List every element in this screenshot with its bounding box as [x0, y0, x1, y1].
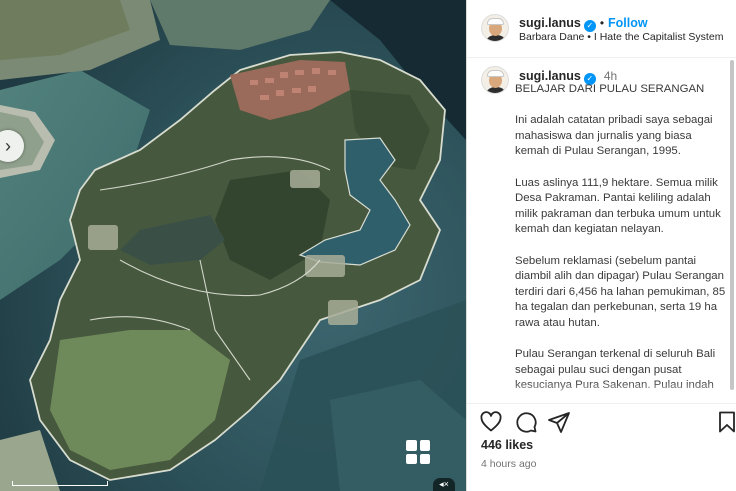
share-icon[interactable] — [547, 410, 571, 434]
post-media[interactable]: › ◂× — [0, 0, 466, 491]
audio-attribution-link[interactable]: Barbara Dane • I Hate the Capitalist Sys… — [519, 31, 724, 43]
action-bar: 446 likes 4 hours ago — [467, 403, 736, 491]
grid-icon — [406, 440, 417, 451]
map-scale-bar — [12, 481, 108, 486]
mute-button[interactable]: ◂× — [433, 478, 455, 491]
satellite-map-image — [0, 0, 466, 491]
header-line: sugi.lanus ✓ • Follow — [519, 16, 648, 32]
follow-button[interactable]: Follow — [608, 16, 648, 30]
scrollbar-thumb[interactable] — [730, 60, 734, 390]
likes-count[interactable]: 446 likes — [481, 438, 533, 452]
comment-icon[interactable] — [514, 410, 538, 434]
gallery-button[interactable] — [403, 437, 433, 467]
caption-paragraph: Ini adalah catatan pribadi saya sebagai … — [515, 114, 713, 158]
post-timestamp[interactable]: 4 hours ago — [481, 458, 536, 470]
heart-icon[interactable] — [479, 410, 503, 434]
post-side-panel: sugi.lanus ✓ • Follow Barbara Dane • I Hate… — [466, 0, 736, 491]
caption-text: BELAJAR DARI PULAU SERANGAN Ini adalah c… — [515, 82, 727, 403]
caption-time: 4h — [603, 69, 618, 83]
caption-scroll-area[interactable]: sugi.lanus ✓ 4h BELAJAR DARI PULAU SERANGA… — [467, 58, 736, 403]
username-link[interactable]: sugi.lanus — [519, 16, 581, 30]
scrollbar[interactable] — [730, 58, 734, 403]
caption-avatar[interactable] — [481, 66, 509, 94]
speaker-muted-icon: ◂× — [439, 479, 449, 489]
caption-paragraph: Luas aslinya 111,9 hektare. Semua milik … — [515, 176, 721, 236]
caption-username-link[interactable]: sugi.lanus — [519, 69, 581, 83]
bookmark-icon[interactable] — [715, 410, 736, 434]
post-header: sugi.lanus ✓ • Follow Barbara Dane • I Hate… — [467, 0, 736, 58]
avatar[interactable] — [481, 14, 509, 42]
caption-title: BELAJAR DARI PULAU SERANGAN — [515, 83, 705, 95]
chevron-left-icon: › — [5, 135, 11, 156]
caption-paragraph: Sebelum reklamasi (sebelum pantai diambi… — [515, 254, 726, 329]
